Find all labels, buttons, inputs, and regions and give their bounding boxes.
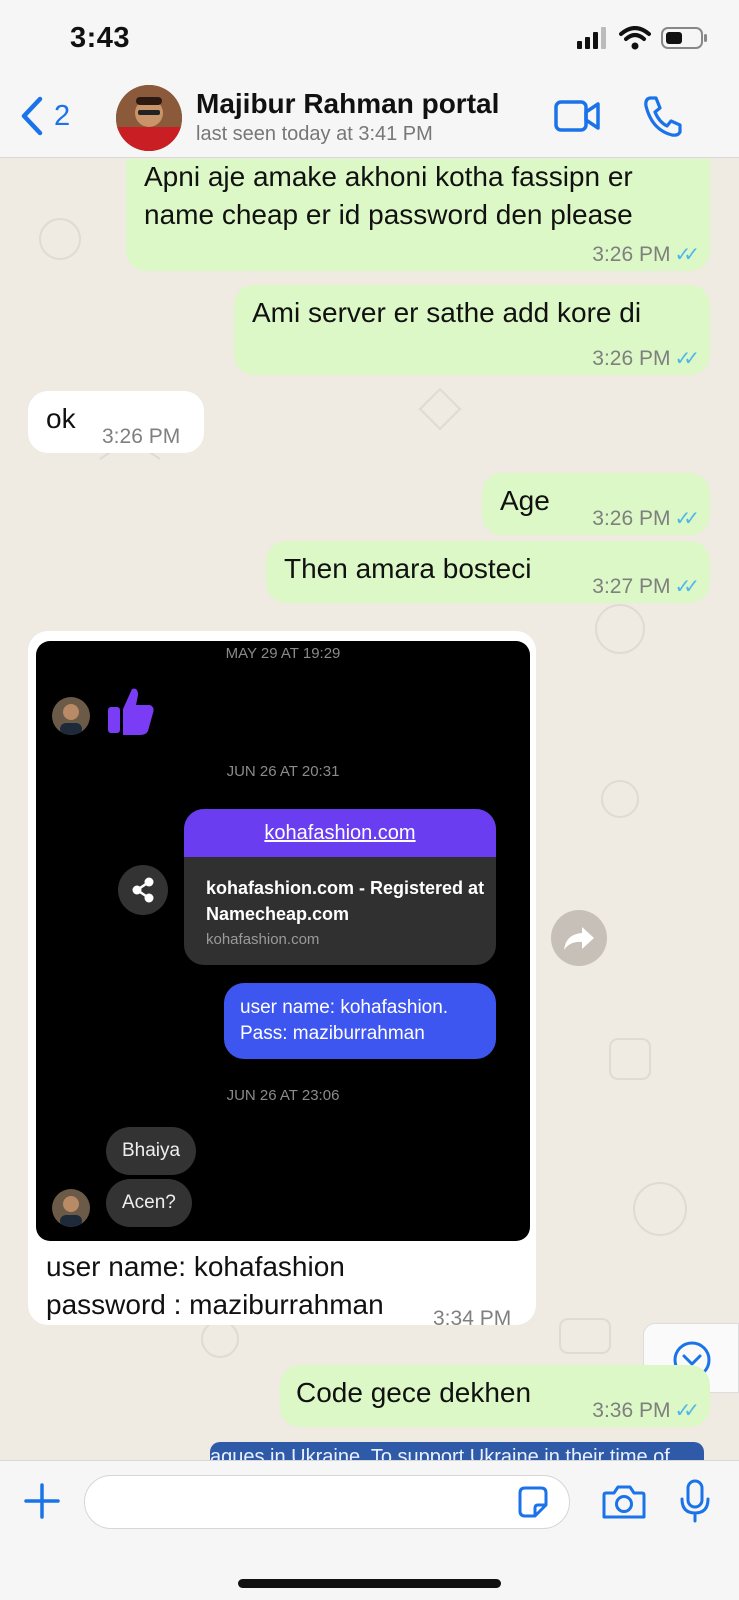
chat-header: 2 Majibur Rahman portal last seen today …	[0, 78, 739, 158]
back-button[interactable]: 2	[20, 96, 70, 136]
message-input-bar	[0, 1460, 739, 1600]
credentials-line: Pass: maziburrahman	[240, 1023, 425, 1044]
message-text: Code gece dekhen	[296, 1377, 532, 1408]
share-button	[118, 865, 168, 915]
screenshot-date: JUN 26 AT 23:06	[226, 1087, 340, 1104]
status-bar: 3:43	[0, 0, 739, 78]
forward-icon	[564, 927, 594, 950]
link-title: kohafashion.com - Registered at Namechea…	[206, 878, 485, 924]
read-receipt-icon: ✓✓	[674, 576, 699, 598]
screenshot-bubble: Acen?	[106, 1179, 192, 1227]
home-indicator	[238, 1579, 501, 1588]
read-receipt-icon: ✓✓	[674, 508, 699, 530]
image-caption: password : maziburrahman	[46, 1289, 384, 1320]
message-time: 3:34 PM	[433, 1307, 512, 1330]
message-text: Ami server er sathe add kore di	[252, 297, 642, 328]
message-bubble-outgoing[interactable]: Ami server er sathe add kore di 3:26 PM …	[234, 285, 710, 375]
phone-call-icon[interactable]	[642, 94, 682, 138]
sender-avatar	[52, 697, 90, 735]
unread-count: 2	[54, 99, 71, 132]
message-time: 3:26 PM	[592, 347, 671, 370]
avatar-image	[116, 85, 182, 151]
link-url: kohafashion.com	[184, 809, 496, 857]
message-time: 3:27 PM	[592, 575, 671, 598]
wifi-icon	[619, 26, 651, 50]
message-time: 3:26 PM	[592, 507, 671, 530]
message-meta: 3:36 PM ✓✓	[592, 1391, 700, 1431]
clock: 3:43	[70, 22, 131, 54]
message-bubble-incoming[interactable]: ok 3:26 PM	[28, 391, 204, 453]
link-preview-card: kohafashion.com kohafashion.com - Regist…	[184, 809, 496, 965]
message-text: Then amara bosteci	[284, 553, 532, 584]
forward-button[interactable]	[551, 910, 607, 966]
microphone-icon[interactable]	[678, 1479, 712, 1523]
credentials-bubble: user name: kohafashion. Pass: maziburrah…	[224, 983, 496, 1059]
contact-avatar[interactable]	[116, 85, 182, 151]
contact-name[interactable]: Majibur Rahman portal	[196, 88, 499, 120]
screenshot-date: MAY 29 AT 19:29	[225, 645, 341, 662]
chevron-left-icon	[21, 96, 43, 136]
message-text: name cheap er id password den please	[144, 199, 633, 230]
message-text: Apni aje amake akhoni kotha fassipn er	[144, 161, 633, 192]
message-meta: 3:26 PM ✓✓	[592, 499, 700, 539]
message-bubble-outgoing[interactable]: Apni aje amake akhoni kotha fassipn er n…	[126, 159, 710, 271]
message-time: 3:26 PM	[592, 243, 671, 266]
message-meta: 3:26 PM ✓✓	[592, 235, 700, 275]
video-call-icon[interactable]	[554, 98, 600, 134]
read-receipt-icon: ✓✓	[674, 244, 699, 266]
sender-avatar	[52, 1189, 90, 1227]
message-input[interactable]	[84, 1475, 570, 1529]
message-bubble-outgoing[interactable]: Age 3:26 PM ✓✓	[482, 473, 710, 535]
link-domain: kohafashion.com	[206, 931, 320, 948]
read-receipt-icon: ✓✓	[674, 1400, 699, 1422]
message-bubble-outgoing[interactable]: Code gece dekhen 3:36 PM ✓✓	[280, 1365, 710, 1427]
message-meta: 3:27 PM ✓✓	[592, 567, 700, 607]
message-bubble-outgoing[interactable]: Then amara bosteci 3:27 PM ✓✓	[266, 541, 710, 603]
credentials-line: user name: kohafashion.	[240, 997, 449, 1018]
message-image[interactable]: MAY 29 AT 19:29 JUN 26 AT 20:31 kohafash…	[36, 641, 530, 1241]
read-receipt-icon: ✓✓	[674, 348, 699, 370]
screenshot-bubble: Bhaiya	[106, 1127, 197, 1175]
screenshot-date: JUN 26 AT 20:31	[226, 763, 340, 780]
sticker-icon[interactable]	[516, 1485, 550, 1519]
message-text: ok	[46, 403, 76, 434]
last-seen-status: last seen today at 3:41 PM	[196, 123, 433, 145]
signal-icon	[577, 27, 606, 49]
message-time: 3:26 PM	[102, 425, 181, 448]
battery-icon	[661, 27, 707, 49]
message-time: 3:36 PM	[592, 1399, 671, 1422]
image-caption: user name: kohafashion	[46, 1251, 345, 1282]
share-icon	[132, 877, 154, 903]
chat-area[interactable]: Apni aje amake akhoni kotha fassipn er n…	[0, 159, 739, 1460]
plus-icon[interactable]	[22, 1481, 62, 1521]
camera-icon[interactable]	[602, 1483, 646, 1521]
message-meta: 3:26 PM ✓✓	[592, 339, 700, 379]
partial-image-banner[interactable]: agues in Ukraine. To support Ukraine in …	[210, 1442, 704, 1460]
status-icons	[577, 26, 709, 50]
message-text: Age	[500, 485, 550, 516]
thumbs-up-icon	[108, 688, 154, 735]
